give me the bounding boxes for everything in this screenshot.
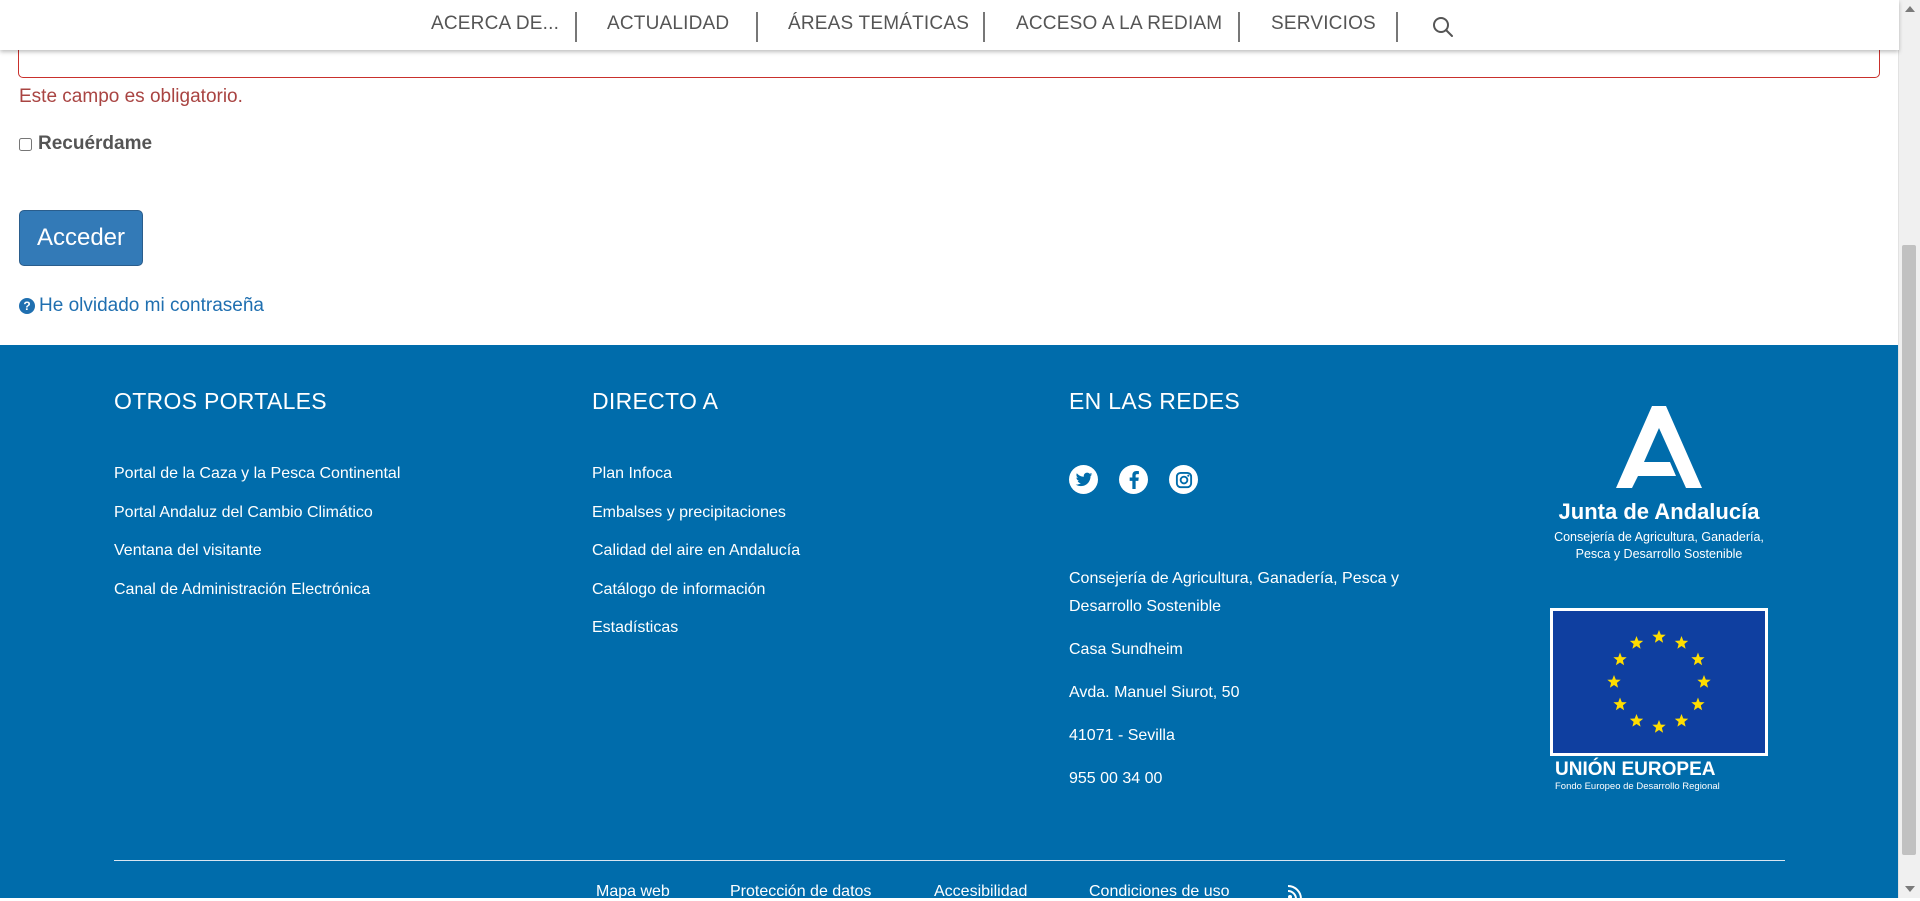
address-line: Consejería de Agricultura, Ganadería, Pe… [1069,570,1399,615]
nav-item-areas-tematicas[interactable]: ÁREAS TEMÁTICAS [788,13,969,35]
junta-subtitle-line: Pesca y Desarrollo Sostenible [1575,547,1743,561]
twitter-icon[interactable] [1069,465,1098,494]
instagram-icon[interactable] [1169,465,1198,494]
footer-link[interactable]: Catálogo de información [592,581,800,620]
footer-link[interactable]: Plan Infoca [592,465,800,504]
nav-separator [575,12,577,42]
eu-star [1652,720,1666,733]
junta-name: Junta de Andalucía [1558,499,1760,524]
search-icon[interactable] [1431,15,1455,39]
eu-star [1691,652,1705,666]
footer-bottom-link-accesibilidad[interactable]: Accesibilidad [934,883,1027,901]
junta-andalucia-logo[interactable]: Junta de Andalucía Consejería de Agricul… [1548,402,1770,563]
footer-bottom-link-mapa-web[interactable]: Mapa web [596,883,670,901]
nav-separator [983,12,985,42]
nav-item-servicios[interactable]: SERVICIOS [1271,13,1376,35]
top-navigation: ACERCA DE... ACTUALIDAD ÁREAS TEMÁTICAS … [0,0,1899,50]
footer-link[interactable]: Canal de Administración Electrónica [114,581,400,620]
eu-star [1697,675,1711,688]
scroll-up-arrow[interactable] [1905,6,1915,12]
scrollbar-thumb[interactable] [1902,245,1916,855]
eu-star [1674,714,1689,727]
eu-star [1652,630,1666,643]
eu-star [1613,652,1627,666]
eu-star [1607,675,1621,688]
nav-separator [1238,12,1240,42]
footer-bottom-link-condiciones[interactable]: Condiciones de uso [1089,883,1230,901]
footer-links-otros-portales: Portal de la Caza y la Pesca Continental… [114,465,400,619]
nav-item-acceso-rediam[interactable]: ACCESO A LA REDIAM [1016,13,1222,35]
footer-links-directo-a: Plan Infoca Embalses y precipitaciones C… [592,465,800,658]
nav-item-acerca[interactable]: ACERCA DE... [431,13,559,35]
phone-number: 955 00 34 00 [1069,770,1163,787]
remember-me[interactable]: Recuérdame [19,133,152,155]
footer-link[interactable]: Portal Andaluz del Cambio Climático [114,504,400,543]
junta-subtitle: Consejería de Agricultura, Ganadería, Pe… [1548,529,1770,563]
eu-star [1613,697,1627,711]
nav-separator [756,12,758,42]
address-line: 41071 - Sevilla [1069,727,1175,744]
nav-separator [1396,12,1398,42]
forgot-password-link[interactable]: ? He olvidado mi contraseña [19,295,264,317]
vertical-scrollbar[interactable] [1898,0,1920,898]
footer-title-directo-a: DIRECTO A [592,388,719,414]
rss-icon[interactable] [1288,885,1302,899]
footer-title-en-las-redes: EN LAS REDES [1069,388,1241,414]
scroll-down-arrow[interactable] [1905,886,1915,892]
forgot-password-label: He olvidado mi contraseña [39,295,264,316]
eu-star [1629,636,1644,649]
footer-link[interactable]: Estadísticas [592,619,800,658]
footer-link[interactable]: Embalses y precipitaciones [592,504,800,543]
eu-subtitle: Fondo Europeo de Desarrollo Regional [1555,781,1720,792]
eu-flag [1550,608,1768,756]
eu-feder-logo: UNIÓN EUROPEA Fondo Europeo de Desarroll… [1550,608,1768,792]
facebook-icon[interactable] [1119,465,1148,494]
eu-star [1691,697,1705,711]
junta-subtitle-line: Consejería de Agricultura, Ganadería, [1554,530,1764,544]
social-links [1069,465,1198,494]
footer-bottom-link-proteccion-datos[interactable]: Protección de datos [730,883,871,901]
footer-divider [114,860,1785,861]
footer-link[interactable]: Portal de la Caza y la Pesca Continental [114,465,400,504]
footer-title-otros-portales: OTROS PORTALES [114,388,327,414]
remember-me-checkbox[interactable] [19,137,32,151]
address-line: Avda. Manuel Siurot, 50 [1069,684,1240,701]
footer-link[interactable]: Calidad del aire en Andalucía [592,542,800,581]
field-error-message: Este campo es obligatorio. [19,86,243,107]
eu-title: UNIÓN EUROPEA [1555,759,1716,780]
remember-me-label: Recuérdame [38,133,153,154]
eu-stars [1607,630,1711,733]
nav-item-actualidad[interactable]: ACTUALIDAD [607,13,729,35]
contact-address: Consejería de Agricultura, Ganadería, Pe… [1069,565,1409,808]
eu-star [1629,714,1644,727]
question-circle-icon: ? [19,298,35,314]
address-line: Casa Sundheim [1069,641,1183,658]
junta-logo-mark [1616,406,1702,488]
submit-button[interactable]: Acceder [19,210,143,266]
site-footer: OTROS PORTALES Portal de la Caza y la Pe… [0,345,1899,901]
eu-star [1674,636,1689,649]
footer-link[interactable]: Ventana del visitante [114,542,400,581]
